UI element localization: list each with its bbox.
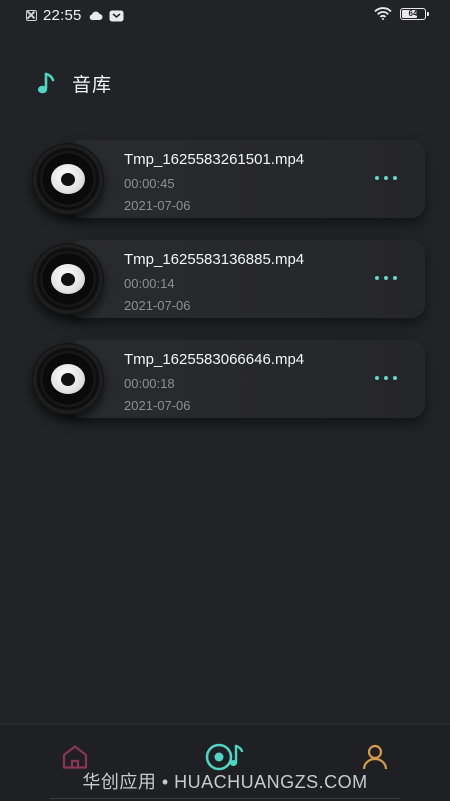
message-icon <box>109 10 124 21</box>
track-date: 2021-07-06 <box>124 298 191 313</box>
battery-level: 64 <box>408 8 418 18</box>
status-bar: 22:55 64 <box>0 0 450 30</box>
more-options-button[interactable] <box>375 276 397 280</box>
music-note-icon <box>37 72 55 93</box>
bottom-nav: 华创应用 • HUACHUANGZS.COM <box>0 724 450 801</box>
page-header: 音库 <box>36 70 112 97</box>
home-indicator <box>50 798 400 799</box>
close-notification-icon <box>26 10 37 21</box>
vinyl-disc-icon <box>32 343 104 415</box>
vinyl-disc-icon <box>32 143 104 215</box>
battery-icon: 64 <box>400 7 429 20</box>
page-title: 音库 <box>72 75 113 96</box>
track-duration: 00:00:45 <box>124 176 175 191</box>
vinyl-disc-icon <box>32 243 104 315</box>
track-duration: 00:00:14 <box>124 276 175 291</box>
more-options-button[interactable] <box>375 176 397 180</box>
track-name: Tmp_1625583066646.mp4 <box>124 351 305 368</box>
home-icon <box>62 745 88 769</box>
status-left: 22:55 <box>26 7 124 24</box>
track-card[interactable]: Tmp_1625583136885.mp4 00:00:14 2021-07-0… <box>68 240 425 318</box>
track-name: Tmp_1625583136885.mp4 <box>124 251 305 268</box>
status-time: 22:55 <box>43 7 82 24</box>
track-date: 2021-07-06 <box>124 398 191 413</box>
track-date: 2021-07-06 <box>124 198 191 213</box>
track-card[interactable]: Tmp_1625583066646.mp4 00:00:18 2021-07-0… <box>68 340 425 418</box>
track-card[interactable]: Tmp_1625583261501.mp4 00:00:45 2021-07-0… <box>68 140 425 218</box>
cloud-icon <box>89 11 103 20</box>
track-duration: 00:00:18 <box>124 376 175 391</box>
more-options-button[interactable] <box>375 376 397 380</box>
watermark-text: 华创应用 • HUACHUANGZS.COM <box>82 772 368 792</box>
wifi-icon <box>374 7 392 20</box>
track-name: Tmp_1625583261501.mp4 <box>124 151 305 168</box>
user-icon <box>362 744 388 770</box>
status-right: 64 <box>374 7 429 20</box>
